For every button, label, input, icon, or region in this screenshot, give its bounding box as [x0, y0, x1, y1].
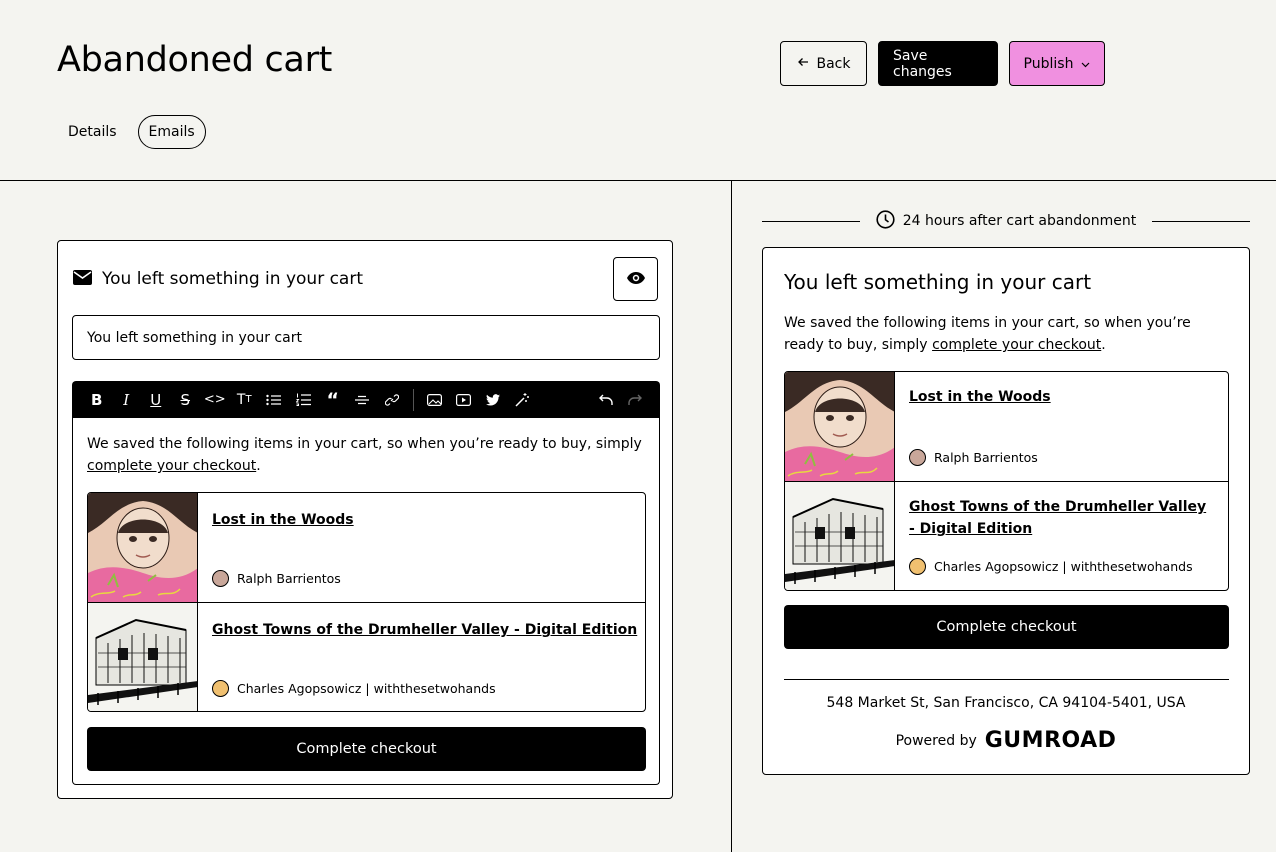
arrow-left-icon	[797, 56, 809, 72]
product-creator: Charles Agopsowicz | withthesetwohands	[909, 558, 1193, 575]
tab-bar: Details Emails	[57, 115, 206, 149]
product-creator: Ralph Barrientos	[909, 449, 1038, 466]
publish-button[interactable]: Publish	[1009, 41, 1105, 86]
product-thumbnail-ghost-towns	[88, 603, 198, 711]
italic-icon[interactable]: I	[112, 388, 142, 412]
product-thumbnail-lost-in-the-woods	[88, 493, 198, 602]
envelope-icon	[73, 269, 92, 289]
save-changes-button[interactable]: Save changes	[878, 41, 998, 86]
timing-rule-left	[762, 220, 860, 222]
creator-name: Charles Agopsowicz | withthesetwohands	[934, 559, 1193, 574]
product-thumbnail-lost-in-the-woods	[785, 372, 895, 481]
preview-body-text: We saved the following items in your car…	[784, 312, 1230, 356]
rich-text-toolbar: B I U S <> TT “	[72, 381, 660, 418]
save-label: Save changes	[893, 47, 952, 80]
preview-body-end: .	[1101, 337, 1106, 353]
quote-icon[interactable]: “	[318, 388, 348, 412]
footer-divider	[784, 679, 1229, 680]
email-body-editor[interactable]: We saved the following items in your car…	[72, 418, 660, 785]
creator-name: Ralph Barrientos	[934, 450, 1038, 465]
product-name[interactable]: Lost in the Woods	[909, 386, 1051, 408]
eye-icon	[626, 270, 646, 289]
publish-label: Publish	[1023, 55, 1074, 72]
clock-icon	[876, 209, 895, 233]
preview-complete-checkout-button[interactable]: Complete checkout	[784, 605, 1229, 649]
product-name[interactable]: Ghost Towns of the Drumheller Valley - D…	[212, 619, 637, 641]
product-list: Lost in the Woods Ralph Barrientos Ghost…	[87, 492, 646, 712]
preview-product-list: Lost in the Woods Ralph Barrientos Ghost…	[784, 371, 1229, 591]
undo-icon[interactable]	[591, 388, 621, 412]
email-preview-card: You left something in your cart We saved…	[762, 247, 1250, 775]
email-body-copy: We saved the following items in your car…	[87, 436, 642, 452]
code-icon[interactable]: <>	[200, 388, 230, 412]
email-body-end: .	[256, 458, 261, 474]
timing-label: 24 hours after cart abandonment	[902, 213, 1137, 229]
bullet-list-icon[interactable]	[259, 388, 289, 412]
back-label: Back	[816, 55, 851, 72]
page-title: Abandoned cart	[57, 40, 333, 80]
powered-by: Powered by GUMROAD	[763, 728, 1249, 753]
page-header: Abandoned cart Back Save changes Publish…	[0, 0, 1276, 181]
email-editor-card: You left something in your cart You left…	[57, 240, 673, 799]
product-row: Lost in the Woods Ralph Barrientos	[88, 493, 645, 602]
preview-button[interactable]	[613, 257, 658, 301]
subject-input[interactable]: You left something in your cart	[72, 315, 660, 360]
creator-avatar	[212, 570, 229, 587]
chevron-down-icon	[1081, 56, 1090, 72]
powered-by-label: Powered by	[895, 732, 977, 749]
product-name[interactable]: Ghost Towns of the Drumheller Valley - D…	[909, 496, 1209, 540]
product-row: Ghost Towns of the Drumheller Valley - D…	[88, 602, 645, 711]
divider-icon[interactable]	[348, 388, 378, 412]
product-row: Lost in the Woods Ralph Barrientos	[785, 372, 1228, 481]
preview-checkout-link[interactable]: complete your checkout	[932, 337, 1101, 353]
header-actions: Back Save changes Publish	[780, 41, 1105, 86]
text-size-icon[interactable]: TT	[230, 388, 260, 412]
strikethrough-icon[interactable]: S	[171, 388, 201, 412]
creator-avatar	[909, 449, 926, 466]
product-creator: Charles Agopsowicz | withthesetwohands	[212, 680, 496, 697]
underline-icon[interactable]: U	[141, 388, 171, 412]
footer-address: 548 Market St, San Francisco, CA 94104-5…	[826, 695, 1186, 711]
product-row: Ghost Towns of the Drumheller Valley - D…	[785, 481, 1228, 590]
creator-name: Ralph Barrientos	[237, 571, 341, 586]
timing-rule-right	[1152, 220, 1251, 222]
creator-avatar	[909, 558, 926, 575]
creator-avatar	[212, 680, 229, 697]
preview-title: You left something in your cart	[784, 270, 1092, 294]
bold-icon[interactable]: B	[82, 388, 112, 412]
product-name[interactable]: Lost in the Woods	[212, 509, 354, 531]
toolbar-separator	[412, 388, 414, 411]
timing-label-wrap: 24 hours after cart abandonment	[860, 209, 1152, 233]
column-divider	[731, 181, 732, 852]
video-icon[interactable]	[449, 388, 479, 412]
complete-checkout-button[interactable]: Complete checkout	[87, 727, 646, 771]
redo-icon[interactable]	[621, 388, 651, 412]
email-heading: You left something in your cart	[102, 269, 364, 289]
send-timing: 24 hours after cart abandonment	[762, 207, 1251, 235]
product-creator: Ralph Barrientos	[212, 570, 341, 587]
creator-name: Charles Agopsowicz | withthesetwohands	[237, 681, 496, 696]
email-editor-header: You left something in your cart	[73, 257, 658, 301]
link-icon[interactable]	[377, 388, 407, 412]
magic-wand-icon[interactable]	[508, 388, 538, 412]
tab-details[interactable]: Details	[57, 115, 128, 149]
email-body-text: We saved the following items in your car…	[87, 433, 647, 477]
gumroad-logo: GUMROAD	[984, 728, 1117, 753]
product-thumbnail-ghost-towns	[785, 482, 895, 590]
tab-emails[interactable]: Emails	[137, 115, 206, 149]
twitter-icon[interactable]	[479, 388, 509, 412]
back-button[interactable]: Back	[780, 41, 867, 86]
image-icon[interactable]	[420, 388, 450, 412]
complete-checkout-link[interactable]: complete your checkout	[87, 458, 256, 474]
numbered-list-icon[interactable]	[289, 388, 319, 412]
